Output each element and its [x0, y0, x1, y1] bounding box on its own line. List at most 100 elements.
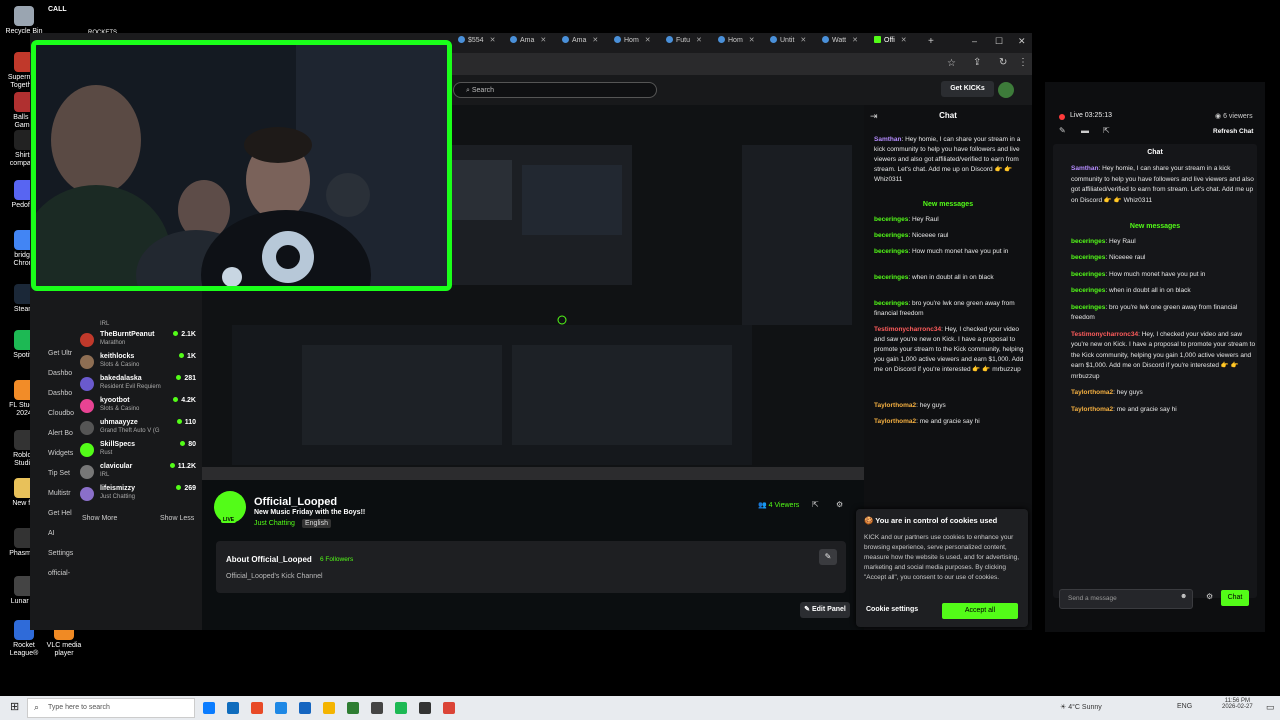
browser-tab[interactable]: Untit ✕ [770, 36, 806, 51]
dashboard-nav-item[interactable]: Multistr [48, 490, 71, 497]
sidebar-channel[interactable]: clavicular IRL 11.2K [80, 463, 196, 485]
browser-tab[interactable]: Offi ✕ [874, 36, 907, 51]
sidebar-channel[interactable]: SkillSpecs Rust 80 [80, 441, 196, 463]
chat-username[interactable]: beceringes [1071, 271, 1105, 278]
sidebar-channel[interactable]: TheBurntPeanut Marathon 2.1K [80, 331, 196, 353]
taskbar-app-icon[interactable] [347, 702, 359, 714]
close-tab-icon[interactable]: ✕ [592, 37, 598, 44]
taskbar-search[interactable]: ⌕ Type here to search [27, 698, 195, 718]
language[interactable]: ENG [1177, 703, 1192, 710]
folder-icon[interactable]: ▬ [1081, 126, 1089, 135]
chat-username[interactable]: Samthan [874, 136, 901, 143]
chat-username[interactable]: Testimonycharronc34 [874, 326, 941, 333]
chat-username[interactable]: beceringes [1071, 238, 1105, 245]
share-icon[interactable]: ⇱ [1103, 126, 1110, 135]
chat-username[interactable]: Testimonycharronc34 [1071, 331, 1138, 338]
close-icon[interactable]: ✕ [1018, 36, 1026, 47]
stream-language[interactable]: English [302, 519, 331, 528]
avatar[interactable] [998, 82, 1014, 98]
channel-name[interactable]: Official_Looped [254, 496, 337, 508]
chat-username[interactable]: Taylorthoma2 [874, 418, 916, 425]
taskbar-app-icon[interactable] [395, 702, 407, 714]
edit-icon[interactable]: ✎ [819, 549, 837, 565]
sidebar-channel[interactable]: bakedalaska Resident Evil Requiem 281 [80, 375, 196, 397]
sidebar-channel[interactable]: uhmaayyze Grand Theft Auto V (G 110 [80, 419, 196, 441]
close-tab-icon[interactable]: ✕ [800, 37, 806, 44]
search-input[interactable]: ⌕ Search [453, 82, 657, 98]
dashboard-nav-item[interactable]: Settings [48, 550, 73, 557]
close-tab-icon[interactable]: ✕ [901, 37, 907, 44]
get-kicks-button[interactable]: Get KICKs [941, 81, 994, 97]
settings-icon[interactable]: ⚙ [1206, 592, 1213, 601]
dashboard-nav-item[interactable]: Get Hel [48, 510, 72, 517]
show-more-button[interactable]: Show More [82, 515, 117, 522]
cookie-settings-button[interactable]: Cookie settings [866, 606, 918, 613]
chat-username[interactable]: beceringes [874, 274, 908, 281]
star-icon[interactable]: ☆ [947, 58, 956, 69]
clock[interactable]: 11:56 PM 2026-02-27 [1222, 698, 1253, 710]
chat-username[interactable]: beceringes [874, 232, 908, 239]
send-chat-button[interactable]: Chat [1221, 590, 1249, 606]
dashboard-nav-item[interactable]: Get Ultr [48, 350, 72, 357]
stream-category[interactable]: Just Chatting [254, 520, 295, 527]
menu-icon[interactable]: ⋮ [1018, 57, 1028, 68]
show-less-button[interactable]: Show Less [160, 515, 194, 522]
close-tab-icon[interactable]: ✕ [540, 37, 546, 44]
share-icon[interactable]: ⇪ [973, 57, 981, 68]
notification-icon[interactable]: ▭ [1266, 702, 1275, 713]
chat-username[interactable]: beceringes [1071, 304, 1105, 311]
taskbar-app-icon[interactable] [251, 702, 263, 714]
maximize-icon[interactable]: ☐ [995, 36, 1003, 47]
taskbar-app-icon[interactable] [443, 702, 455, 714]
dashboard-nav-item[interactable]: official- [48, 570, 70, 577]
dashboard-nav-item[interactable]: AI [48, 530, 55, 537]
chat-username[interactable]: Taylorthoma2 [1071, 406, 1113, 413]
browser-tab[interactable]: Ama ✕ [562, 36, 598, 51]
chat-username[interactable]: Taylorthoma2 [874, 402, 916, 409]
dashboard-nav-item[interactable]: Tip Set [48, 470, 70, 477]
pencil-icon[interactable]: ✎ [1059, 126, 1066, 135]
chat-username[interactable]: beceringes [1071, 254, 1105, 261]
browser-tab[interactable]: $554 ✕ [458, 36, 495, 51]
share-icon[interactable]: ⇱ [812, 500, 819, 509]
close-tab-icon[interactable]: ✕ [852, 37, 858, 44]
taskbar-app-icon[interactable] [419, 702, 431, 714]
windows-start-icon[interactable]: ⊞ [10, 700, 19, 713]
browser-tab[interactable]: Futu ✕ [666, 36, 702, 51]
dashboard-nav-item[interactable]: Alert Bo [48, 430, 73, 437]
taskbar-app-icon[interactable] [371, 702, 383, 714]
sidebar-channel[interactable]: lifeismizzy Just Chatting 269 [80, 485, 196, 507]
chat-input[interactable]: Send a message ☻ [1059, 589, 1193, 609]
emoji-icon[interactable]: ☻ [1180, 593, 1187, 600]
sidebar-channel[interactable]: kyootbot Slots & Casino 4.2K [80, 397, 196, 419]
browser-tab[interactable]: Watt ✕ [822, 36, 858, 51]
minimize-icon[interactable]: – [972, 36, 977, 46]
accept-all-button[interactable]: Accept all [942, 603, 1018, 619]
close-tab-icon[interactable]: ✕ [749, 37, 755, 44]
edit-panel-button[interactable]: ✎ Edit Panel [800, 602, 850, 618]
close-tab-icon[interactable]: ✕ [696, 37, 702, 44]
browser-tab[interactable]: Hom ✕ [614, 36, 651, 51]
desktop-icon[interactable]: Recycle Bin [4, 6, 44, 36]
dashboard-nav-item[interactable]: Widgets [48, 450, 73, 457]
refresh-chat-button[interactable]: Refresh Chat [1213, 128, 1253, 135]
taskbar-app-icon[interactable] [275, 702, 287, 714]
close-tab-icon[interactable]: ✕ [490, 37, 496, 44]
chat-username[interactable]: beceringes [1071, 287, 1105, 294]
new-tab-button[interactable]: + [928, 36, 934, 47]
chat-username[interactable]: Samthan [1071, 165, 1098, 172]
taskbar-app-icon[interactable] [299, 702, 311, 714]
dashboard-nav-item[interactable]: Cloudbo [48, 410, 74, 417]
chat-username[interactable]: beceringes [874, 216, 908, 223]
dashboard-nav-item[interactable]: Dashbo [48, 370, 72, 377]
refresh-icon[interactable]: ↻ [999, 57, 1007, 68]
taskbar-app-icon[interactable] [203, 702, 215, 714]
chat-username[interactable]: Taylorthoma2 [1071, 389, 1113, 396]
chat-username[interactable]: beceringes [874, 248, 908, 255]
sidebar-channel[interactable]: keithlocks Slots & Casino 1K [80, 353, 196, 375]
close-tab-icon[interactable]: ✕ [645, 37, 651, 44]
taskbar-app-icon[interactable] [227, 702, 239, 714]
dashboard-nav-item[interactable]: Dashbo [48, 390, 72, 397]
browser-tab[interactable]: Ama ✕ [510, 36, 546, 51]
taskbar-app-icon[interactable] [323, 702, 335, 714]
